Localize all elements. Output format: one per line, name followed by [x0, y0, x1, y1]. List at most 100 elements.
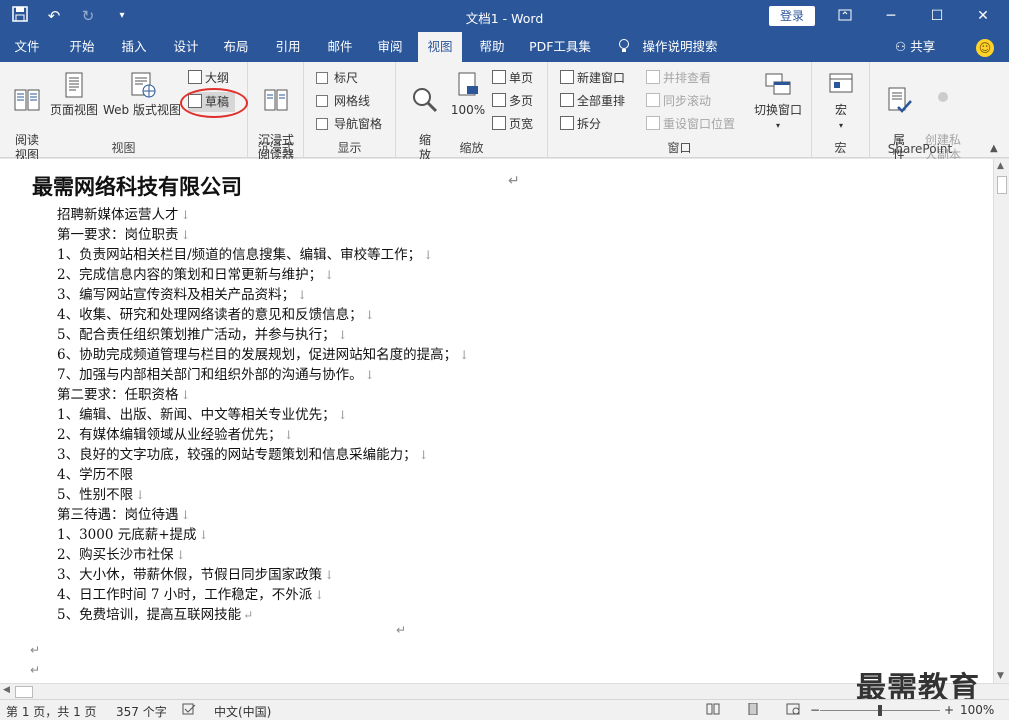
status-bar: 第 1 页，共 1 页 357 个字 中文(中国) − + 100%: [0, 699, 1009, 720]
switch-windows-dropdown-icon: ▾: [775, 121, 780, 130]
doc-line: 5、免费培训，提高互联网技能 ↵: [57, 607, 254, 623]
draft-highlight-ring: [180, 88, 248, 118]
ruler-check[interactable]: [316, 72, 328, 84]
outline-button[interactable]: 大纲: [188, 68, 229, 88]
vertical-scrollbar[interactable]: ▲ ▼: [993, 159, 1009, 683]
title-bar: ↶ ↻ ▾ 文档1 - Word 登录 ─ ☐ ✕: [0, 0, 1009, 32]
language-indicator[interactable]: 中文(中国): [214, 703, 271, 720]
zoom-level[interactable]: 100%: [960, 703, 994, 717]
scroll-left-icon[interactable]: ◀: [3, 685, 10, 695]
login-button[interactable]: 登录: [769, 6, 815, 26]
ribbon-display-options-icon[interactable]: [822, 0, 868, 32]
word-count[interactable]: 357 个字: [116, 703, 167, 720]
zoom-100-button[interactable]: 100%: [448, 70, 488, 118]
tab-pdf-tools[interactable]: PDF工具集: [524, 32, 596, 62]
gridlines-check[interactable]: [316, 95, 328, 107]
zoom-out-icon[interactable]: −: [810, 703, 820, 717]
close-icon[interactable]: ✕: [960, 0, 1006, 32]
tab-references[interactable]: 引用: [268, 32, 308, 62]
minimize-icon[interactable]: ─: [868, 0, 914, 32]
share-button[interactable]: ⚇ 共享: [895, 32, 935, 62]
gridlines-checkbox[interactable]: 网格线: [316, 91, 370, 111]
zoom-group: 缩 放 100% 单页 多页 页宽 缩放: [396, 62, 548, 162]
doc-line: 第二要求：任职资格 ↓: [57, 387, 191, 403]
tab-design[interactable]: 设计: [166, 32, 206, 62]
macros-icon: [829, 73, 853, 93]
arrange-all-button[interactable]: 全部重排: [560, 91, 625, 111]
multiple-pages-button[interactable]: 多页: [492, 91, 533, 111]
proofing-icon[interactable]: [182, 703, 196, 718]
macros-button[interactable]: 宏 ▾: [822, 70, 860, 133]
split-button[interactable]: 拆分: [560, 114, 601, 134]
immersive-reader-icon: [264, 89, 288, 111]
web-layout-button[interactable]: Web 版式视图: [102, 70, 182, 118]
show-group-label: 显示: [337, 141, 362, 155]
tab-file[interactable]: 文件: [8, 32, 46, 62]
window-group-label: 窗口: [667, 141, 692, 155]
nav-pane-check[interactable]: [316, 118, 328, 130]
zoom-in-icon[interactable]: +: [944, 703, 954, 717]
scroll-up-icon[interactable]: ▲: [997, 161, 1004, 171]
one-page-icon: [492, 70, 506, 84]
reset-window-icon: [646, 116, 660, 130]
reset-window-position-button[interactable]: 重设窗口位置: [646, 114, 735, 134]
doc-line: 招聘新媒体运营人才 ↓: [57, 207, 191, 223]
page-count[interactable]: 第 1 页，共 1 页: [6, 703, 97, 720]
page-width-icon: [492, 116, 506, 130]
page-width-button[interactable]: 页宽: [492, 114, 533, 134]
print-layout-status-icon[interactable]: [746, 702, 760, 718]
read-mode-status-icon[interactable]: [706, 703, 720, 718]
doc-line: 5、性别不限 ↓: [57, 487, 146, 503]
vertical-scroll-thumb[interactable]: [997, 176, 1007, 194]
lightbulb-icon: [614, 32, 634, 62]
sync-scroll-button[interactable]: 同步滚动: [646, 91, 711, 111]
scroll-down-icon[interactable]: ▼: [997, 671, 1004, 681]
doc-line: 3、大小休，带薪休假，节假日同步国家政策 ↓: [57, 567, 335, 583]
tab-review[interactable]: 审阅: [370, 32, 410, 62]
tab-mailings[interactable]: 邮件: [320, 32, 360, 62]
side-by-side-button[interactable]: 并排查看: [646, 68, 711, 88]
ruler-checkbox[interactable]: 标尺: [316, 68, 358, 88]
private-copy-icon: [938, 92, 948, 102]
collapse-ribbon-icon[interactable]: ▲: [990, 143, 998, 154]
feedback-smiley-icon[interactable]: ☺: [976, 39, 994, 57]
zoom-100-icon: [458, 72, 478, 96]
split-icon: [560, 116, 574, 130]
nav-pane-checkbox[interactable]: 导航窗格: [316, 114, 382, 134]
tab-insert[interactable]: 插入: [114, 32, 154, 62]
doc-line: 4、收集、研究和处理网络读者的意见和反馈信息； ↓: [57, 307, 375, 323]
horizontal-scroll-thumb[interactable]: [15, 686, 33, 698]
one-page-button[interactable]: 单页: [492, 68, 533, 88]
print-layout-icon: [65, 72, 83, 98]
tab-help[interactable]: 帮助: [472, 32, 512, 62]
web-layout-icon: [131, 72, 156, 98]
doc-line: 第一要求：岗位职责 ↓: [57, 227, 191, 243]
document-area[interactable]: 最需网络科技有限公司 ↵ 招聘新媒体运营人才 ↓ 第一要求：岗位职责 ↓ 1、负责网…: [0, 159, 993, 683]
maximize-icon[interactable]: ☐: [914, 0, 960, 32]
switch-windows-button[interactable]: 切换窗口 ▾: [748, 70, 808, 133]
tab-view[interactable]: 视图: [418, 32, 462, 62]
doc-line: 2、有媒体编辑领域从业经验者优先； ↓: [57, 427, 294, 443]
web-layout-status-icon[interactable]: [786, 703, 800, 718]
sync-scroll-icon: [646, 93, 660, 107]
new-window-icon: [560, 70, 574, 84]
paragraph-mark: ↵: [30, 643, 41, 657]
macros-dropdown-icon: ▾: [838, 121, 843, 130]
company-heading: 最需网络科技有限公司: [32, 174, 242, 199]
print-layout-button[interactable]: 页面视图: [50, 70, 98, 118]
tell-me-search[interactable]: 操作说明搜索: [640, 32, 720, 62]
doc-line: 1、负责网站相关栏目/频道的信息搜集、编辑、审校等工作； ↓: [57, 247, 434, 263]
window-group: 新建窗口 全部重排 拆分 并排查看 同步滚动 重设窗口位置 切换窗口 ▾ 窗口: [548, 62, 812, 158]
switch-windows-icon: [765, 73, 791, 95]
zoom-slider-thumb[interactable]: [878, 705, 882, 716]
doc-line: 3、编写网站宣传资料及相关产品资料； ↓: [57, 287, 308, 303]
new-window-button[interactable]: 新建窗口: [560, 68, 625, 88]
tab-home[interactable]: 开始: [62, 32, 102, 62]
paragraph-mark: ↵: [396, 623, 407, 637]
immersive-group-label: 沉浸式: [257, 141, 294, 155]
doc-line: 第三待遇：岗位待遇 ↓: [57, 507, 191, 523]
doc-line: 5、配合责任组织策划推广活动，并参与执行； ↓: [57, 327, 348, 343]
doc-line: 6、协助完成频道管理与栏目的发展规划，促进网站知名度的提高； ↓: [57, 347, 470, 363]
tab-layout[interactable]: 布局: [216, 32, 256, 62]
arrange-all-icon: [560, 93, 574, 107]
